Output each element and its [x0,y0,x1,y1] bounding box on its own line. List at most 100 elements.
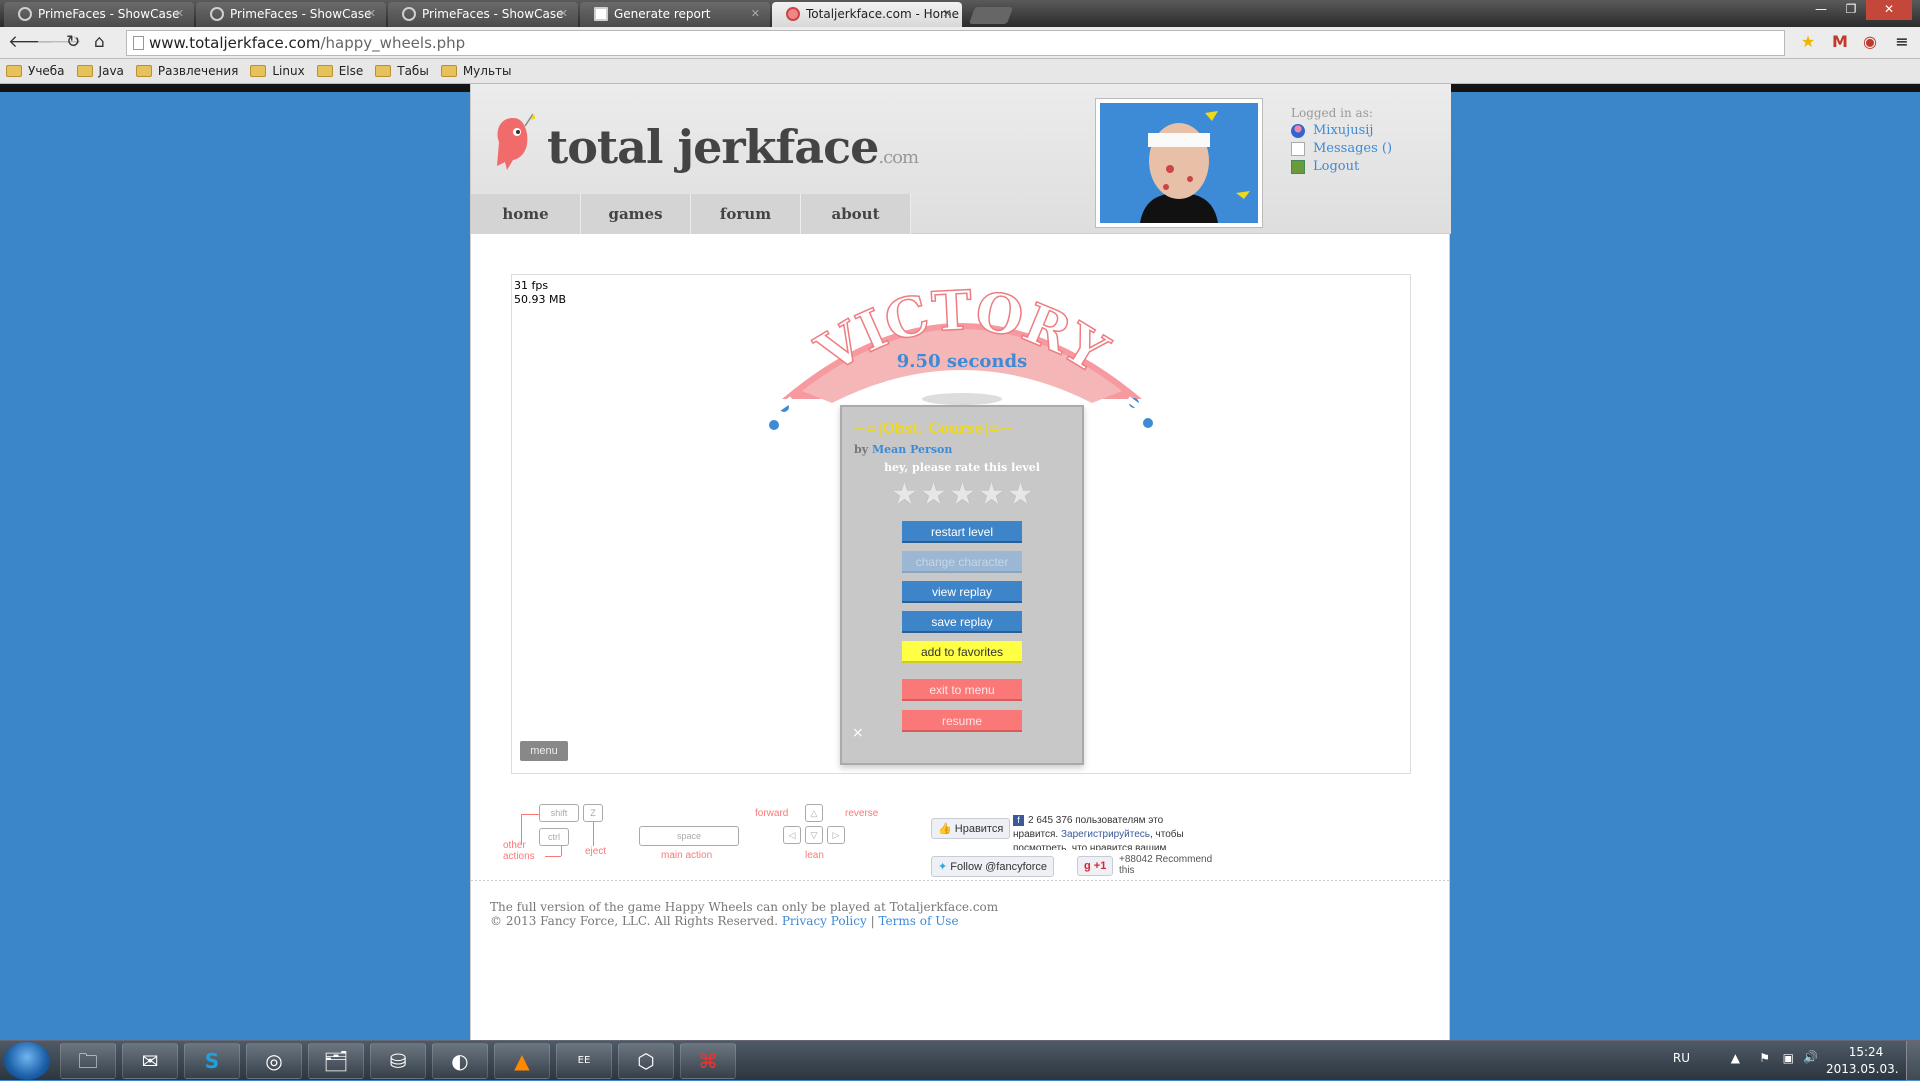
star-5-icon[interactable]: ★ [1006,480,1035,510]
browser-tab[interactable]: PrimeFaces - ShowCase ✕ [196,2,386,27]
key-right-arrow-icon: ▷ [827,826,845,844]
tab-close-icon[interactable]: ✕ [367,7,376,20]
legend-line [545,856,561,857]
victory-time: 9.50 seconds [897,351,1027,372]
facebook-like-count: f2 645 376 пользователям это нравится. З… [1013,815,1184,850]
google-plus-button[interactable]: g +1 [1077,856,1114,876]
tab-close-icon[interactable]: ✕ [175,7,184,20]
close-window-button[interactable]: ✕ [1866,0,1912,20]
website-container: total jerkface.com home games forum abou… [470,84,1451,1040]
privacy-policy-link[interactable]: Privacy Policy [782,914,867,928]
star-3-icon[interactable]: ★ [948,480,977,510]
new-tab-button[interactable] [968,7,1014,24]
maximize-button[interactable]: ❐ [1836,0,1866,20]
vlc-icon[interactable]: ▲ [494,1043,550,1079]
clock-time[interactable]: 15:24 [1836,1045,1896,1059]
footer-copyright-line: © 2013 Fancy Force, LLC. All Rights Rese… [490,914,959,928]
logged-in-label: Logged in as: [1291,106,1373,120]
bookmark-folder[interactable]: Else [316,64,363,78]
volume-icon[interactable]: 🔊 [1803,1050,1818,1064]
menu-icon[interactable]: ≡ [1892,32,1912,52]
bookmark-folder[interactable]: Мульты [440,64,511,78]
tab-close-icon[interactable]: ✕ [943,7,952,20]
tab-close-icon[interactable]: ✕ [751,7,760,20]
browser-tab[interactable]: PrimeFaces - ShowCase ✕ [4,2,194,27]
folder-icon [250,65,267,77]
reload-icon[interactable]: ↻ [66,32,80,52]
database-icon[interactable]: ⛁ [370,1043,426,1079]
browser-tab-active[interactable]: Totaljerkface.com - Home ✕ [772,2,962,27]
avatar[interactable] [1100,103,1258,223]
start-button[interactable] [4,1042,50,1080]
java-ee-icon[interactable]: EE [556,1043,612,1079]
folder-share-icon[interactable]: 🗂 [308,1043,364,1079]
level-author-line: by Mean Person [854,443,953,456]
folder-icon [135,65,152,77]
nav-forum[interactable]: forum [691,194,801,234]
star-1-icon[interactable]: ★ [890,480,919,510]
page-icon [133,36,144,50]
facebook-register-link[interactable]: Зарегистрируйтесь [1061,829,1150,840]
save-replay-button[interactable]: save replay [902,611,1022,633]
main-action-label: main action [661,850,713,861]
bookmark-folder[interactable]: Linux [250,64,305,78]
site-logo[interactable]: total jerkface.com [547,120,919,174]
show-hidden-icons-icon[interactable]: ▲ [1731,1051,1740,1065]
outlook-icon[interactable]: ✉ [122,1043,178,1079]
show-desktop-button[interactable] [1906,1041,1920,1081]
rate-prompt: hey, please rate this level [884,461,1040,474]
folder-icon [375,65,392,77]
view-replay-button[interactable]: view replay [902,581,1022,603]
bookmark-folder[interactable]: Учеба [6,64,65,78]
bookmark-star-icon[interactable]: ★ [1798,32,1818,52]
mute-sound-icon[interactable]: ⨯ [852,725,864,741]
home-icon[interactable]: ⌂ [94,32,105,52]
add-to-favorites-button[interactable]: add to favorites [902,641,1022,663]
bookmark-folder[interactable]: Развлечения [135,64,238,78]
gmail-extension-icon[interactable]: M [1830,32,1850,52]
google-plus-icon: g [1084,860,1091,872]
clock-date[interactable]: 2013.05.03. [1826,1062,1899,1076]
network-icon[interactable]: ▣ [1783,1051,1794,1065]
exit-to-menu-button[interactable]: exit to menu [902,679,1022,701]
tab-favicon-icon [210,7,224,21]
resume-button[interactable]: resume [902,710,1022,732]
messages-link[interactable]: Messages () [1291,140,1392,158]
acrobat-icon[interactable]: ⌘ [680,1043,736,1079]
bookmark-folder[interactable]: Табы [375,64,429,78]
logout-link[interactable]: Logout [1291,158,1392,176]
flower-decoration-icon [764,396,794,430]
virtualbox-icon[interactable]: ⬡ [618,1043,674,1079]
facebook-like-button[interactable]: 👍 Нравится [931,818,1011,839]
eject-label: eject [585,846,607,857]
minimize-button[interactable]: — [1806,0,1836,20]
skype-icon[interactable]: S [184,1043,240,1079]
eclipse-icon[interactable]: ◐ [432,1043,488,1079]
game-menu-button[interactable]: menu [520,741,568,761]
star-4-icon[interactable]: ★ [977,480,1006,510]
forward-label: forward [755,808,789,819]
nav-about[interactable]: about [801,194,911,234]
browser-tab[interactable]: PrimeFaces - ShowCase ✕ [388,2,578,27]
explorer-icon[interactable]: 🗀 [60,1043,116,1079]
author-link[interactable]: Mean Person [872,443,952,456]
game-canvas[interactable]: 31 fps 50.93 MB VICTORY 9.50 seconds --=… [511,274,1411,774]
flag-icon[interactable]: ⚑ [1759,1051,1770,1065]
username-link[interactable]: Mixujusij [1291,122,1392,140]
star-2-icon[interactable]: ★ [919,480,948,510]
bookmark-folder[interactable]: Java [76,64,124,78]
terms-of-use-link[interactable]: Terms of Use [878,914,958,928]
nav-home[interactable]: home [471,194,581,234]
twitter-follow-button[interactable]: ✦ Follow @fancyforce [931,856,1055,877]
nav-games[interactable]: games [581,194,691,234]
extension-icon[interactable]: ◉ [1860,32,1880,52]
browser-tab[interactable]: Generate report ✕ [580,2,770,27]
restart-level-button[interactable]: restart level [902,521,1022,543]
chrome-icon[interactable]: ◎ [246,1043,302,1079]
language-indicator[interactable]: RU [1673,1051,1690,1065]
key-z: Z [583,804,603,822]
tab-close-icon[interactable]: ✕ [559,7,568,20]
key-ctrl: ctrl [539,828,569,846]
address-bar[interactable]: www.totaljerkface.com/happy_wheels.php [126,30,1785,56]
site-footer: The full version of the game Happy Wheel… [490,900,998,928]
